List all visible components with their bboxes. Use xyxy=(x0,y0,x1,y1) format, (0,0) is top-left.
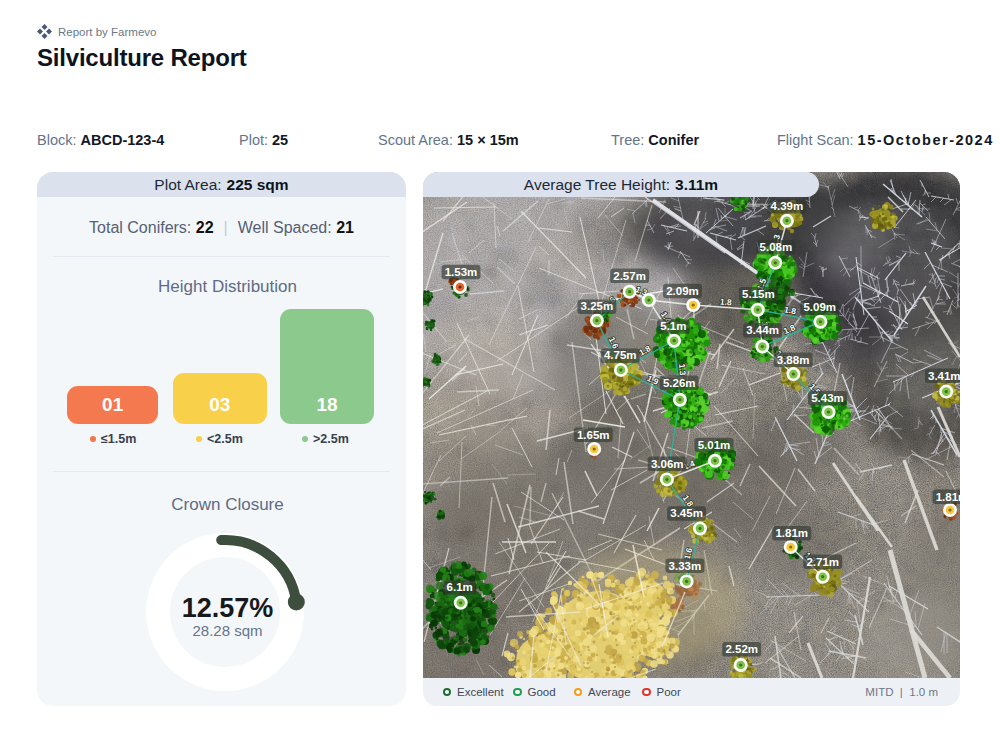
svg-text:3.45m: 3.45m xyxy=(670,507,703,519)
svg-text:3.41m: 3.41m xyxy=(928,370,960,382)
svg-text:1.81m: 1.81m xyxy=(936,491,960,503)
svg-text:3.44m: 3.44m xyxy=(746,324,779,336)
svg-text:4.39m: 4.39m xyxy=(771,200,804,212)
svg-text:5.01m: 5.01m xyxy=(698,439,731,451)
svg-text:1.3: 1.3 xyxy=(677,363,688,376)
svg-text:3.33m: 3.33m xyxy=(669,560,702,572)
svg-text:1.8: 1.8 xyxy=(720,297,733,308)
svg-text:5.08m: 5.08m xyxy=(760,241,793,253)
svg-text:3.06m: 3.06m xyxy=(651,458,684,470)
svg-text:5.26m: 5.26m xyxy=(663,377,696,389)
svg-text:2.57m: 2.57m xyxy=(613,270,646,282)
svg-text:5.09m: 5.09m xyxy=(803,301,836,313)
svg-text:4.75m: 4.75m xyxy=(604,349,637,361)
svg-text:2.71m: 2.71m xyxy=(806,556,839,568)
svg-text:1.81m: 1.81m xyxy=(775,527,808,539)
svg-text:3.25m: 3.25m xyxy=(581,300,614,312)
svg-text:1.65m: 1.65m xyxy=(577,429,610,441)
svg-text:1.53m: 1.53m xyxy=(445,266,478,278)
svg-text:2.09m: 2.09m xyxy=(666,285,699,297)
svg-text:5.1m: 5.1m xyxy=(660,320,686,332)
svg-text:5.43m: 5.43m xyxy=(811,392,844,404)
svg-text:5.15m: 5.15m xyxy=(742,288,775,300)
svg-text:2.52m: 2.52m xyxy=(725,643,758,655)
svg-text:3.88m: 3.88m xyxy=(777,354,810,366)
svg-text:6.1m: 6.1m xyxy=(447,581,473,593)
